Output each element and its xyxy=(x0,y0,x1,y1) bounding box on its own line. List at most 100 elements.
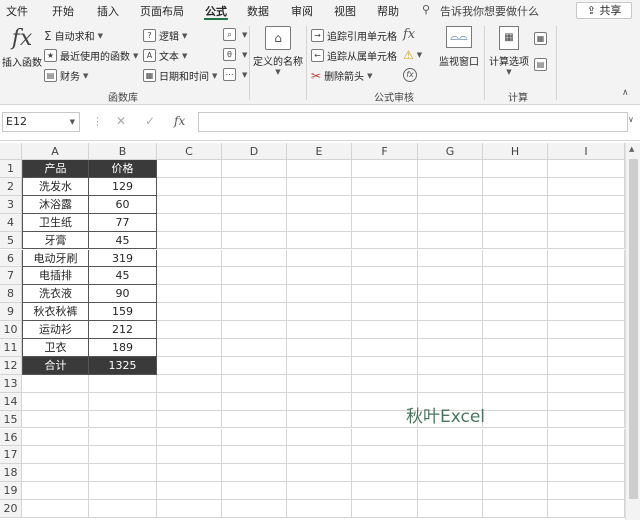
grid-cell[interactable] xyxy=(222,160,287,178)
grid-cell[interactable] xyxy=(287,392,352,411)
grid-cell[interactable] xyxy=(157,356,222,375)
vertical-scrollbar[interactable]: ▲ xyxy=(625,143,640,520)
table-cell[interactable]: 卫生纸 xyxy=(22,213,89,232)
grid-cell[interactable] xyxy=(22,428,89,447)
row-header[interactable]: 2 xyxy=(0,177,22,196)
grid-cell[interactable] xyxy=(548,195,625,214)
grid-cell[interactable] xyxy=(483,374,548,393)
tab-home[interactable]: 开始 xyxy=(52,3,74,19)
table-cell[interactable]: 秋衣秋裤 xyxy=(22,303,89,322)
grid-cell[interactable] xyxy=(483,410,548,429)
column-header[interactable]: E xyxy=(287,143,352,160)
grid-cell[interactable] xyxy=(483,482,548,501)
grid-cell[interactable] xyxy=(222,249,287,268)
grid-cell[interactable] xyxy=(548,321,625,339)
grid-cell[interactable] xyxy=(483,464,548,483)
calc-options-button[interactable]: ▦ 计算选项 ▼ xyxy=(486,26,532,76)
grid-cell[interactable] xyxy=(22,374,89,393)
grid-cell[interactable] xyxy=(89,446,157,465)
evaluate-formula-button[interactable]: fx xyxy=(403,68,417,82)
lookup-reference-button[interactable]: ⌕ ▼ xyxy=(223,28,247,41)
table-header-cell[interactable]: 价格 xyxy=(89,160,157,178)
grid-cell[interactable] xyxy=(418,446,483,465)
grid-cell[interactable] xyxy=(287,267,352,286)
grid-cell[interactable] xyxy=(418,303,483,322)
grid-cell[interactable] xyxy=(418,285,483,304)
grid-cell[interactable] xyxy=(287,285,352,304)
table-cell[interactable]: 运动衫 xyxy=(22,321,89,339)
grid-cell[interactable] xyxy=(548,213,625,232)
table-cell[interactable]: 129 xyxy=(89,177,157,196)
grid-cell[interactable] xyxy=(157,303,222,322)
table-cell[interactable]: 60 xyxy=(89,195,157,214)
grid-cell[interactable] xyxy=(418,267,483,286)
column-header[interactable]: H xyxy=(483,143,548,160)
grid-cell[interactable] xyxy=(222,213,287,232)
row-header[interactable]: 7 xyxy=(0,267,22,286)
row-header[interactable]: 19 xyxy=(0,482,22,501)
table-header-cell[interactable]: 产品 xyxy=(22,160,89,178)
grid-cell[interactable] xyxy=(287,160,352,178)
row-header[interactable]: 9 xyxy=(0,303,22,322)
row-header[interactable]: 11 xyxy=(0,339,22,357)
row-header[interactable]: 8 xyxy=(0,285,22,304)
grid-cell[interactable] xyxy=(89,464,157,483)
select-all-corner[interactable] xyxy=(0,143,22,160)
grid-cell[interactable] xyxy=(483,356,548,375)
row-header[interactable]: 16 xyxy=(0,428,22,447)
grid-cell[interactable] xyxy=(157,177,222,196)
grid-cell[interactable] xyxy=(287,339,352,357)
column-header[interactable]: B xyxy=(89,143,157,160)
grid-cell[interactable] xyxy=(22,410,89,429)
expand-formula-bar-icon[interactable]: ∨ xyxy=(628,115,634,124)
grid-cell[interactable] xyxy=(157,267,222,286)
grid-cell[interactable] xyxy=(222,392,287,411)
scrollbar-thumb[interactable] xyxy=(629,159,638,499)
grid-cell[interactable] xyxy=(22,500,89,518)
table-cell[interactable]: 45 xyxy=(89,267,157,286)
grid-cell[interactable] xyxy=(418,213,483,232)
grid-cell[interactable] xyxy=(483,195,548,214)
grid-cell[interactable] xyxy=(157,464,222,483)
cancel-icon[interactable]: ✕ xyxy=(116,114,126,128)
grid-cell[interactable] xyxy=(89,392,157,411)
grid-cell[interactable] xyxy=(89,482,157,501)
grid-cell[interactable] xyxy=(222,195,287,214)
grid-cell[interactable] xyxy=(287,500,352,518)
autosum-button[interactable]: Σ 自动求和 ▼ xyxy=(44,28,103,44)
table-cell[interactable]: 沐浴露 xyxy=(22,195,89,214)
row-header[interactable]: 14 xyxy=(0,392,22,411)
share-button[interactable]: ⇪ 共享 xyxy=(576,2,632,19)
table-total-cell[interactable]: 1325 xyxy=(89,356,157,375)
grid-cell[interactable] xyxy=(157,321,222,339)
grid-cell[interactable] xyxy=(157,482,222,501)
row-header[interactable]: 10 xyxy=(0,321,22,339)
grid-cell[interactable] xyxy=(287,410,352,429)
grid-cell[interactable] xyxy=(352,428,418,447)
scroll-up-icon[interactable]: ▲ xyxy=(629,145,634,153)
grid-cell[interactable] xyxy=(418,464,483,483)
grid-cell[interactable] xyxy=(287,321,352,339)
grid-cell[interactable] xyxy=(157,374,222,393)
row-header[interactable]: 15 xyxy=(0,410,22,429)
math-trig-button[interactable]: θ ▼ xyxy=(223,48,247,61)
grid-cell[interactable] xyxy=(483,177,548,196)
table-cell[interactable]: 电插排 xyxy=(22,267,89,286)
grid-cell[interactable] xyxy=(222,500,287,518)
grid-cell[interactable] xyxy=(418,231,483,250)
grid-cell[interactable] xyxy=(222,428,287,447)
grid-cell[interactable] xyxy=(222,464,287,483)
grid-cell[interactable] xyxy=(287,195,352,214)
remove-arrows-button[interactable]: ✂ 删除箭头 ▼ xyxy=(311,68,372,84)
grid-cell[interactable] xyxy=(287,428,352,447)
grid-cell[interactable] xyxy=(352,267,418,286)
grid-cell[interactable] xyxy=(157,410,222,429)
calculate-sheet-button[interactable]: ▤ xyxy=(534,58,550,71)
row-header[interactable]: 13 xyxy=(0,374,22,393)
table-cell[interactable]: 189 xyxy=(89,339,157,357)
grid-cell[interactable] xyxy=(287,303,352,322)
grid-cell[interactable] xyxy=(418,356,483,375)
grid-cell[interactable] xyxy=(287,446,352,465)
grid-cell[interactable] xyxy=(287,249,352,268)
grid-cell[interactable] xyxy=(548,339,625,357)
